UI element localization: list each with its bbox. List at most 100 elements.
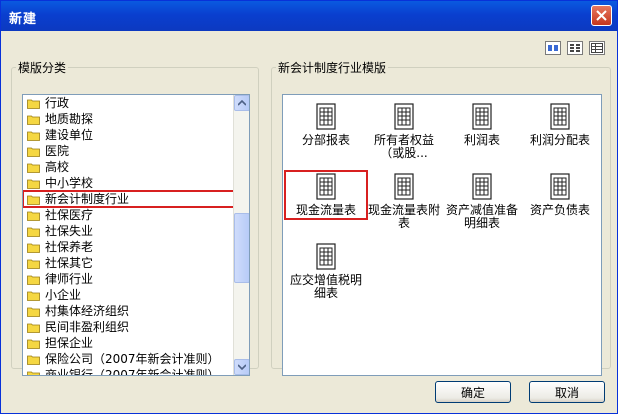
category-item[interactable]: 建设单位 — [23, 127, 234, 143]
category-item[interactable]: 高校 — [23, 159, 234, 175]
category-item[interactable]: 社保医疗 — [23, 207, 234, 223]
spreadsheet-document-icon — [550, 173, 570, 200]
template-item[interactable]: 资产负债表 — [521, 173, 599, 217]
large-icons-icon — [548, 45, 558, 51]
category-item[interactable]: 地质勘探 — [23, 111, 234, 127]
folder-icon — [27, 371, 40, 375]
template-group: 新会计制度行业模版 分部报表 所有者权益（或股... 利润表 利润分配表现金流量表 现金… — [271, 59, 611, 376]
spreadsheet-document-icon — [550, 103, 570, 130]
folder-icon — [27, 259, 40, 269]
template-item-label: 现金流量表附表 — [367, 203, 440, 230]
category-item-label: 民间非盈利组织 — [45, 320, 130, 334]
cancel-button[interactable]: 取消 — [529, 381, 605, 403]
template-item[interactable]: 现金流量表 — [284, 170, 368, 220]
category-item-label: 新会计制度行业 — [45, 192, 130, 206]
folder-icon — [27, 163, 40, 173]
category-list: 行政地质勘探建设单位医院高校中小学校新会计制度行业 社保医疗社保失业社保养老社保其… — [23, 95, 235, 376]
template-item-label: 资产减值准备明细表 — [445, 203, 518, 230]
category-item[interactable]: 律师行业 — [23, 271, 234, 287]
category-item-label: 社保养老 — [45, 240, 94, 254]
category-scrollbar[interactable] — [233, 95, 249, 375]
folder-icon — [27, 147, 40, 157]
category-listbox[interactable]: 行政地质勘探建设单位医院高校中小学校新会计制度行业 社保医疗社保失业社保养老社保其… — [22, 94, 250, 376]
template-item-label: 资产负债表 — [529, 203, 590, 217]
folder-icon — [27, 99, 40, 109]
category-item[interactable]: 商业银行（2007年新会计准则） — [23, 367, 234, 376]
title-bar[interactable]: 新建 — [1, 1, 617, 31]
template-category-group: 模版分类 行政地质勘探建设单位医院高校中小学校新会计制度行业 社保医疗社保失业社保… — [11, 59, 259, 376]
template-item-label: 利润表 — [463, 133, 500, 147]
spreadsheet-document-icon — [316, 103, 336, 130]
template-item[interactable]: 现金流量表附表 — [365, 173, 443, 230]
details-icon — [591, 43, 603, 53]
category-item[interactable]: 担保企业 — [23, 335, 234, 351]
category-item-label: 村集体经济组织 — [45, 304, 130, 318]
spreadsheet-document-icon — [394, 173, 414, 200]
template-category-legend: 模版分类 — [18, 61, 67, 75]
category-item-label: 高校 — [45, 160, 70, 174]
category-item[interactable]: 中小学校 — [23, 175, 234, 191]
category-item-label: 商业银行（2007年新会计准则） — [45, 368, 220, 376]
category-item[interactable]: 村集体经济组织 — [23, 303, 234, 319]
category-item[interactable]: 社保其它 — [23, 255, 234, 271]
spreadsheet-document-icon — [394, 103, 414, 130]
folder-icon — [27, 179, 40, 189]
category-item-label: 社保其它 — [45, 256, 94, 270]
folder-icon — [27, 291, 40, 301]
category-item[interactable]: 小企业 — [23, 287, 234, 303]
template-item-label: 利润分配表 — [529, 133, 590, 147]
category-item-label: 社保失业 — [45, 224, 94, 238]
category-item-label: 担保企业 — [45, 336, 94, 350]
folder-icon — [27, 355, 40, 365]
category-item-label: 中小学校 — [45, 176, 94, 190]
scroll-up-button[interactable] — [234, 95, 249, 111]
category-item[interactable]: 保险公司（2007年新会计准则） — [23, 351, 234, 367]
folder-icon — [27, 275, 40, 285]
template-item[interactable]: 利润表 — [443, 103, 521, 147]
close-button[interactable] — [591, 5, 612, 26]
folder-icon — [27, 227, 40, 237]
view-mode-buttons — [545, 41, 605, 55]
category-item[interactable]: 行政 — [23, 95, 234, 111]
details-view-button[interactable] — [589, 41, 605, 55]
template-item[interactable]: 资产减值准备明细表 — [443, 173, 521, 230]
large-icons-view-button[interactable] — [545, 41, 561, 55]
spreadsheet-document-icon — [316, 243, 336, 270]
template-item[interactable]: 分部报表 — [287, 103, 365, 147]
folder-icon — [27, 195, 40, 205]
template-item[interactable]: 利润分配表 — [521, 103, 599, 147]
folder-icon — [27, 211, 40, 221]
new-dialog: 新建 模版分类 行政 地质勘探 建设单位 医院 高校 中小学校 新会计制度行业 … — [0, 0, 618, 414]
category-item[interactable]: 社保养老 — [23, 239, 234, 255]
folder-icon — [27, 323, 40, 333]
chevron-down-icon — [238, 364, 246, 370]
category-item-label: 建设单位 — [45, 128, 94, 142]
list-icon — [570, 44, 580, 52]
spreadsheet-document-icon — [472, 103, 492, 130]
template-item[interactable]: 所有者权益（或股... — [365, 103, 443, 160]
folder-icon — [27, 307, 40, 317]
template-group-legend: 新会计制度行业模版 — [278, 61, 387, 75]
category-item-label: 行政 — [45, 96, 70, 110]
category-item-label: 医院 — [45, 144, 70, 158]
template-item[interactable]: 应交增值税明细表 — [287, 243, 365, 300]
category-item-label: 社保医疗 — [45, 208, 94, 222]
window-title: 新建 — [9, 12, 38, 27]
list-view-button[interactable] — [567, 41, 583, 55]
category-item-label: 地质勘探 — [45, 112, 94, 126]
category-item[interactable]: 民间非盈利组织 — [23, 319, 234, 335]
folder-icon — [27, 339, 40, 349]
spreadsheet-document-icon — [316, 173, 336, 200]
scroll-down-button[interactable] — [234, 359, 249, 375]
close-icon — [596, 10, 607, 21]
category-item-label: 律师行业 — [45, 272, 94, 286]
category-item[interactable]: 社保失业 — [23, 223, 234, 239]
spreadsheet-document-icon — [472, 173, 492, 200]
template-item-label: 现金流量表 — [295, 203, 356, 217]
category-item[interactable]: 医院 — [23, 143, 234, 159]
scroll-thumb[interactable] — [234, 213, 249, 283]
ok-button[interactable]: 确定 — [435, 381, 511, 403]
category-item-label: 保险公司（2007年新会计准则） — [45, 352, 220, 366]
category-item[interactable]: 新会计制度行业 — [23, 190, 235, 208]
template-item-label: 分部报表 — [301, 133, 350, 147]
